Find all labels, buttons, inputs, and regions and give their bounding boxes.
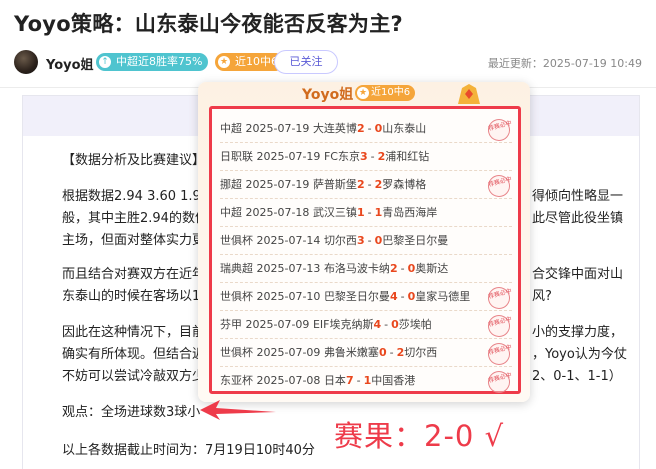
result-row[interactable]: 中超 2025-07-18 武汉三镇1-1青岛西海岸 [220,199,512,227]
author-bar: Yoyo姐 ↑ 中超近8胜率75% ★ 近10中6 已关注 最近更新：2025-… [14,50,644,76]
opinion-text: 观点：全场进球数3球小 [62,405,201,420]
win-rate-badge: ↑ 中超近8胜率75% [96,53,209,71]
result-list: 中超 2025-07-19 大连英博2-0山东泰山 荐赛必中 日职联 2025-… [209,106,521,396]
star-icon: ★ [218,56,230,68]
article-title: Yoyo策略：山东泰山今夜能否反客为主? [14,12,404,36]
trophy-icon [458,84,480,104]
win-rate-text: 中超近8胜率75% [116,55,203,68]
hit-stamp-icon: 荐赛必中 [485,172,513,200]
paragraph-2-line-1-left: 而且结合对赛双方在近年 [62,267,206,282]
result-row[interactable]: 东亚杯 2025-07-08 日本7-1中国香港 荐赛必中 [220,367,513,396]
paragraph-1-line-2-right: 此尽管此役坐镇 [532,211,624,226]
paragraph-3-line-3-right: 2、0-1、1-1） [532,369,622,384]
paragraph-3-line-1-left: 因此在这种情况下，目前 [62,325,206,340]
result-row[interactable]: 日职联 2025-07-19 FC东京3-2浦和红钻 [220,143,512,171]
paragraph-2-line-2-right: 风? [532,289,552,304]
popup-header: Yoyo姐 ★ 近10中6 [198,82,530,104]
match-result-annotation: 赛果：2-0 √ [334,419,505,453]
hit-stamp-icon: 荐赛必中 [485,284,513,312]
avatar[interactable] [14,50,38,74]
streak-text: 近10中6 [235,55,278,68]
author-name[interactable]: Yoyo姐 [46,54,94,73]
hit-stamp-icon: 荐赛必中 [485,368,513,396]
hit-stamp-icon: 荐赛必中 [485,116,513,144]
popup-author-name: Yoyo姐 [302,87,354,103]
section-heading: 【数据分析及比赛建议】 [62,153,206,168]
result-row[interactable]: 挪超 2025-07-19 萨普斯堡2-2罗森博格 荐赛必中 [220,171,513,200]
deadline-text: 以上各数据截止时间为：7月19日10时40分 [62,443,315,458]
paragraph-3-line-2-right: ，Yoyo认为今仗 [532,347,627,362]
paragraph-3-line-1-right: 小的支撑力度， [532,325,624,340]
result-row[interactable]: 芬甲 2025-07-09 EIF埃克纳斯4-0莎埃帕 荐赛必中 [220,311,513,340]
arrow-up-icon: ↑ [99,56,111,68]
result-row[interactable]: 中超 2025-07-19 大连英博2-0山东泰山 荐赛必中 [220,115,513,144]
arrow-left-icon [200,400,276,420]
update-time: 最近更新：2025-07-19 10:49 [487,57,642,70]
hit-stamp-icon: 荐赛必中 [485,312,513,340]
result-row[interactable]: 世俱杯 2025-07-09 弗鲁米嫩塞0-2切尔西 荐赛必中 [220,339,513,368]
hit-stamp-icon: 荐赛必中 [485,340,513,368]
follow-button[interactable]: 已关注 [274,50,338,74]
paragraph-1-line-1-right: 得倾向性略显一 [532,189,624,204]
popup-streak-text: 近10中6 [371,87,411,98]
result-row[interactable]: 瑞典超 2025-07-13 布洛马波卡纳2-0奥斯达 [220,255,512,283]
popup-streak-badge: ★ 近10中6 [355,85,416,101]
result-row[interactable]: 世俱杯 2025-07-14 切尔西3-0巴黎圣日尔曼 [220,227,512,255]
paragraph-2-line-1-right: 合交锋中面对山 [532,267,624,282]
result-row[interactable]: 世俱杯 2025-07-10 巴黎圣日尔曼4-0皇家马德里 荐赛必中 [220,283,513,312]
star-icon: ★ [357,87,369,99]
